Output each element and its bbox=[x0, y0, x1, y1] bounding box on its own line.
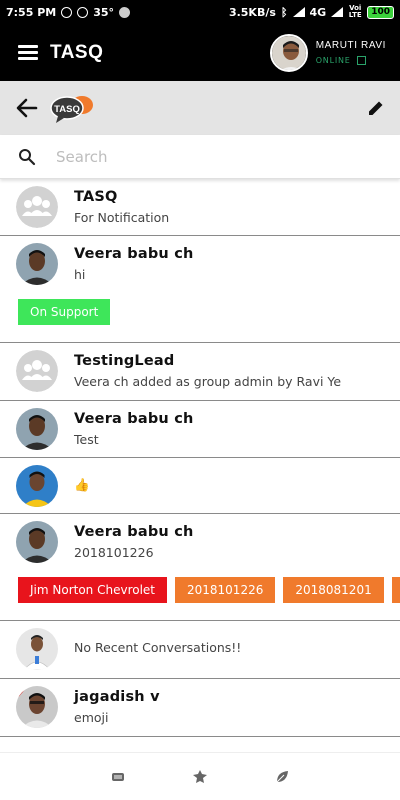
conversation-message: emoji bbox=[74, 710, 109, 725]
chat-icon[interactable] bbox=[111, 770, 125, 784]
conversation-message: hi bbox=[74, 267, 86, 282]
battery-icon: 100 bbox=[367, 5, 394, 19]
notification-icon bbox=[119, 6, 131, 18]
whatsapp-icon bbox=[61, 6, 73, 18]
user-avatar bbox=[16, 628, 58, 670]
on-support-chip[interactable]: On Support bbox=[18, 299, 111, 325]
conversation-list: TASQ For Notification Veera babu ch hi O… bbox=[0, 179, 400, 737]
conversation-row[interactable]: jagadish v emoji bbox=[0, 679, 400, 737]
search-input[interactable] bbox=[56, 147, 356, 166]
svg-text:TASQ: TASQ bbox=[54, 104, 80, 115]
conversation-row[interactable]: TestingLead Veera ch added as group admi… bbox=[0, 343, 400, 401]
back-arrow-icon[interactable] bbox=[14, 95, 40, 121]
status-temperature: 35° bbox=[93, 5, 115, 19]
profile-name: MARUTI RAVI bbox=[315, 40, 386, 51]
profile-section[interactable]: MARUTI RAVI ONLINE bbox=[269, 33, 386, 72]
search-icon[interactable] bbox=[18, 148, 36, 166]
conversation-message: No Recent Conversations!! bbox=[74, 640, 242, 655]
profile-avatar[interactable] bbox=[269, 33, 308, 72]
conversation-name: Veera babu ch bbox=[74, 411, 194, 427]
conversation-message: 2018101226 bbox=[74, 545, 154, 560]
leaf-icon[interactable] bbox=[275, 770, 289, 784]
conversation-name: Veera babu ch bbox=[74, 524, 194, 540]
conversation-row[interactable]: Veera babu ch hi On Support bbox=[0, 236, 400, 343]
settings-icon[interactable] bbox=[193, 769, 207, 784]
conversation-message: For Notification bbox=[74, 210, 170, 225]
weather-icon bbox=[77, 6, 89, 18]
online-status: ONLINE bbox=[316, 56, 386, 65]
user-avatar bbox=[16, 465, 58, 507]
compose-pencil-icon[interactable] bbox=[366, 98, 386, 118]
conversation-name: TASQ bbox=[74, 189, 118, 205]
edit-status-icon[interactable] bbox=[356, 56, 366, 65]
conversation-row[interactable]: No Recent Conversations!! bbox=[0, 621, 400, 679]
network-type: 4G bbox=[309, 5, 327, 19]
ticket-chip[interactable]: 20 bbox=[391, 577, 400, 603]
ticket-chip[interactable]: 2018101226 bbox=[175, 577, 276, 603]
conversation-row[interactable]: TASQ For Notification bbox=[0, 179, 400, 236]
search-bar bbox=[0, 135, 400, 179]
conversation-name: jagadish v bbox=[74, 689, 160, 705]
conversation-message: 👍 bbox=[74, 477, 90, 492]
tasq-logo: TASQ bbox=[50, 96, 93, 123]
conversation-message: Veera ch added as group admin by Ravi Ye bbox=[74, 374, 342, 389]
signal-icon bbox=[292, 7, 305, 17]
bluetooth-icon: ᛒ bbox=[280, 5, 288, 19]
bottom-navigation bbox=[0, 752, 400, 800]
user-avatar bbox=[16, 521, 58, 563]
user-avatar bbox=[16, 408, 58, 450]
signal-icon-2 bbox=[331, 7, 344, 17]
group-avatar-icon bbox=[16, 186, 58, 228]
network-speed: 3.5KB/s bbox=[228, 5, 276, 19]
toolbar: TASQ bbox=[0, 81, 400, 135]
dealer-chip[interactable]: Jim Norton Chevrolet bbox=[18, 577, 167, 603]
conversation-name: Veera babu ch bbox=[74, 246, 194, 262]
conversation-row[interactable]: Veera babu ch 2018101226 Jim Norton Chev… bbox=[0, 514, 400, 621]
menu-icon[interactable] bbox=[18, 45, 38, 60]
conversation-message: Test bbox=[74, 432, 99, 447]
user-avatar bbox=[16, 243, 58, 285]
status-bar: 7:55 PM 35° 3.5KB/s ᛒ 4G Voi LTE 100 bbox=[0, 0, 400, 24]
app-title: TASQ bbox=[50, 41, 104, 63]
conversation-row[interactable]: Veera babu ch Test bbox=[0, 401, 400, 458]
ticket-chip[interactable]: 2018081201 bbox=[283, 577, 384, 603]
user-avatar bbox=[16, 686, 58, 728]
app-bar: TASQ MARUTI RAVI ONLINE bbox=[0, 24, 400, 81]
volte-label: Voi LTE bbox=[348, 4, 362, 19]
group-avatar-icon bbox=[16, 350, 58, 392]
status-time: 7:55 PM bbox=[6, 5, 57, 19]
conversation-name: TestingLead bbox=[74, 353, 175, 369]
conversation-row[interactable]: 👍 bbox=[0, 458, 400, 514]
